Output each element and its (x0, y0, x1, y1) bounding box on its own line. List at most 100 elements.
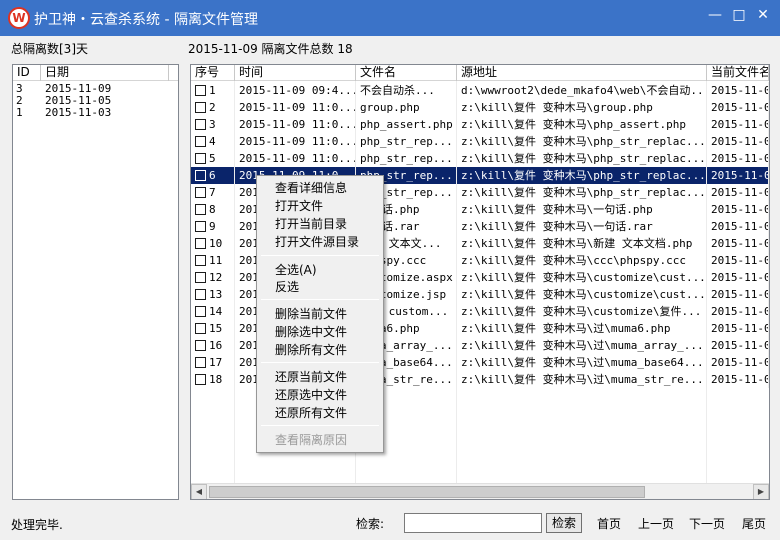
prev-page-link[interactable]: 上一页 (638, 515, 674, 532)
row-checkbox[interactable] (195, 306, 206, 317)
column-header-id[interactable]: ID (13, 65, 41, 81)
row-no-text: 12 (209, 271, 223, 284)
first-page-link[interactable]: 首页 (597, 515, 621, 532)
menu-item-open-current-dir[interactable]: 打开当前目录 (275, 216, 347, 232)
row-filename: php_str_rep... (356, 133, 457, 150)
row-checkbox[interactable] (195, 204, 206, 215)
menu-item-invert-selection[interactable]: 反选 (275, 279, 299, 295)
column-header-filename[interactable]: 文件名 (356, 65, 457, 81)
row-source-path-text: z:\kill\复件 变种木马\group.php (461, 101, 653, 114)
row-no: 16 (191, 337, 235, 354)
menu-item-open-file[interactable]: 打开文件 (275, 198, 323, 214)
next-page-link[interactable]: 下一页 (689, 515, 725, 532)
column-header-source[interactable]: 源地址 (457, 65, 707, 81)
date-list-row[interactable]: 1 2015-11-03 (13, 107, 178, 119)
row-checkbox[interactable] (195, 374, 206, 385)
date-row-id: 1 (16, 106, 23, 119)
row-checkbox[interactable] (195, 272, 206, 283)
row-no-text: 14 (209, 305, 223, 318)
menu-separator (261, 299, 379, 300)
menu-item-open-source-dir[interactable]: 打开文件源目录 (275, 234, 359, 250)
row-time: 2015-11-09 11:0... (235, 150, 356, 167)
maximize-button[interactable]: □ (730, 6, 748, 24)
row-no-text: 4 (209, 135, 216, 148)
date-list[interactable]: ID 日期 3 2015-11-09 2 2015-11-05 1 2015-11-03 (12, 64, 179, 500)
row-checkbox[interactable] (195, 340, 206, 351)
column-header-current-name[interactable]: 当前文件名 (707, 65, 769, 81)
row-no-text: 2 (209, 101, 216, 114)
row-checkbox[interactable] (195, 85, 206, 96)
row-checkbox[interactable] (195, 238, 206, 249)
row-current-name-text: 2015-11-09 (711, 356, 768, 369)
menu-item-delete-current[interactable]: 删除当前文件 (275, 306, 347, 322)
column-header-date[interactable]: 日期 (41, 65, 169, 81)
row-current-name-text: 2015-11-09 (711, 373, 768, 386)
context-menu: 查看详细信息 打开文件 打开当前目录 打开文件源目录 全选(A) 反选 删除当前… (256, 175, 384, 453)
row-checkbox[interactable] (195, 187, 206, 198)
row-current-name-text: 2015-11-09 (711, 288, 768, 301)
search-button[interactable]: 检索 (546, 513, 582, 533)
scroll-left-arrow-icon[interactable]: ◀ (191, 484, 207, 499)
row-source-path-text: z:\kill\复件 变种木马\php_str_replac... (461, 135, 706, 148)
row-source-path-text: z:\kill\复件 变种木马\过\muma_base64... (461, 356, 704, 369)
row-source-path: z:\kill\复件 变种木马\customize\cust... (457, 286, 707, 303)
row-source-path-text: z:\kill\复件 变种木马\customize\复件... (461, 305, 702, 318)
row-checkbox[interactable] (195, 153, 206, 164)
row-time-text: 2015-11-09 11:0... (239, 152, 356, 165)
row-checkbox[interactable] (195, 170, 206, 181)
file-row[interactable]: 4 2015-11-09 11:0... php_str_rep... z:\kill… (191, 133, 769, 150)
row-current-name: 2015-11-09 (707, 82, 769, 99)
search-input[interactable] (404, 513, 542, 533)
row-time-text: 2015-11-09 11:0... (239, 101, 356, 114)
row-checkbox[interactable] (195, 323, 206, 334)
row-source-path: z:\kill\复件 变种木马\过\muma_str_re... (457, 371, 707, 388)
menu-item-view-details[interactable]: 查看详细信息 (275, 180, 347, 196)
menu-item-delete-all[interactable]: 删除所有文件 (275, 342, 347, 358)
row-checkbox[interactable] (195, 357, 206, 368)
row-current-name-text: 2015-11-09 (711, 135, 768, 148)
row-no: 17 (191, 354, 235, 371)
row-no-text: 8 (209, 203, 216, 216)
file-row[interactable]: 3 2015-11-09 11:0... php_assert.php z:\kill… (191, 116, 769, 133)
row-checkbox[interactable] (195, 102, 206, 113)
row-source-path: z:\kill\复件 变种木马\php_str_replac... (457, 184, 707, 201)
row-no-text: 11 (209, 254, 223, 267)
row-no: 13 (191, 286, 235, 303)
row-checkbox[interactable] (195, 221, 206, 232)
row-checkbox[interactable] (195, 136, 206, 147)
row-checkbox[interactable] (195, 289, 206, 300)
row-source-path-text: z:\kill\复件 变种木马\php_assert.php (461, 118, 686, 131)
last-page-link[interactable]: 尾页 (742, 515, 766, 532)
column-header-no[interactable]: 序号 (191, 65, 235, 81)
row-current-name: 2015-11-09 (707, 269, 769, 286)
row-current-name: 2015-11-09 (707, 337, 769, 354)
row-checkbox[interactable] (195, 119, 206, 130)
row-current-name-text: 2015-11-09 (711, 203, 768, 216)
scroll-right-arrow-icon[interactable]: ▶ (753, 484, 769, 499)
row-no-text: 3 (209, 118, 216, 131)
minimize-button[interactable]: — (706, 6, 724, 24)
column-header-time[interactable]: 时间 (235, 65, 356, 81)
row-no: 2 (191, 99, 235, 116)
row-source-path-text: z:\kill\复件 变种木马\一句话.php (461, 203, 653, 216)
menu-separator (261, 362, 379, 363)
row-current-name: 2015-11-09 (707, 320, 769, 337)
scrollbar-thumb[interactable] (209, 486, 645, 498)
row-current-name-text: 2015-11-09 (711, 118, 768, 131)
row-current-name-text: 2015-11-09 (711, 84, 768, 97)
menu-item-restore-current[interactable]: 还原当前文件 (275, 369, 347, 385)
horizontal-scrollbar[interactable]: ◀ ▶ (191, 483, 769, 499)
menu-item-restore-all[interactable]: 还原所有文件 (275, 405, 347, 421)
close-button[interactable]: ✕ (754, 6, 772, 24)
menu-item-delete-selected[interactable]: 删除选中文件 (275, 324, 347, 340)
menu-item-restore-selected[interactable]: 还原选中文件 (275, 387, 347, 403)
row-no: 11 (191, 252, 235, 269)
file-row[interactable]: 1 2015-11-09 09:4... 不会自动杀... d:\wwwroot2\d… (191, 82, 769, 99)
menu-item-select-all[interactable]: 全选(A) (275, 262, 317, 278)
row-current-name-text: 2015-11-09 (711, 152, 768, 165)
row-checkbox[interactable] (195, 255, 206, 266)
row-no-text: 6 (209, 169, 216, 182)
file-row[interactable]: 2 2015-11-09 11:0... group.php z:\kill\复件 变… (191, 99, 769, 116)
row-source-path: z:\kill\复件 变种木马\一句话.rar (457, 218, 707, 235)
file-row[interactable]: 5 2015-11-09 11:0... php_str_rep... z:\kill… (191, 150, 769, 167)
